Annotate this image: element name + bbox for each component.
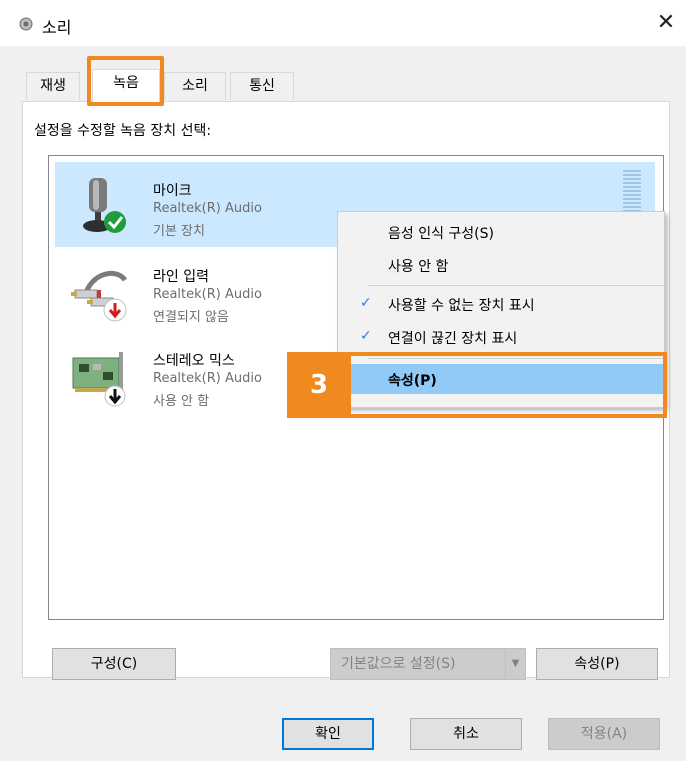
menu-item-disable[interactable]: 사용 안 함 — [338, 250, 664, 280]
set-default-button[interactable]: 기본값으로 설정(S) ▼ — [330, 648, 526, 680]
menu-separator — [368, 285, 664, 286]
close-button[interactable]: ✕ — [652, 10, 680, 38]
device-driver: Realtek(R) Audio — [153, 201, 262, 216]
set-default-label: 기본값으로 설정(S) — [341, 656, 456, 672]
check-icon: ✓ — [360, 295, 372, 311]
window-title: 소리 — [42, 18, 72, 37]
line-in-cable-icon — [71, 270, 128, 322]
ok-button[interactable]: 확인 — [282, 718, 374, 750]
instruction-text: 설정을 수정할 녹음 장치 선택: — [34, 123, 212, 139]
tab-communications[interactable]: 통신 — [230, 72, 294, 100]
device-driver: Realtek(R) Audio — [153, 371, 262, 386]
device-status: 사용 안 함 — [153, 394, 210, 409]
sound-card-icon — [72, 352, 126, 407]
configure-button[interactable]: 구성(C) — [52, 648, 176, 680]
default-check-badge — [104, 211, 126, 233]
device-name: 라인 입력 — [153, 269, 209, 285]
speaker-icon — [19, 17, 33, 31]
tab-playback[interactable]: 재생 — [26, 72, 80, 100]
device-status: 기본 장치 — [153, 224, 205, 239]
cancel-button[interactable]: 취소 — [410, 718, 522, 750]
sound-dialog: 소리 ✕ 재생 녹음 소리 통신 설정을 수정할 녹음 장치 선택: 마이크 R… — [0, 0, 686, 761]
device-name: 스테레오 믹스 — [153, 353, 235, 369]
menu-item-label: 연결이 끊긴 장치 표시 — [388, 331, 518, 347]
device-status: 연결되지 않음 — [153, 310, 229, 325]
title-bar[interactable]: 소리 ✕ — [0, 0, 686, 46]
chevron-down-icon[interactable]: ▼ — [505, 649, 525, 679]
menu-item-label: 사용 안 함 — [388, 259, 449, 275]
level-meter — [623, 170, 641, 212]
menu-item-show-disabled[interactable]: ✓ 사용할 수 없는 장치 표시 — [338, 289, 664, 319]
device-name: 마이크 — [153, 183, 192, 199]
check-icon: ✓ — [360, 328, 372, 344]
device-driver: Realtek(R) Audio — [153, 287, 262, 302]
apply-button[interactable]: 적용(A) — [548, 718, 660, 750]
menu-item-speech-recognition[interactable]: 음성 인식 구성(S) — [338, 217, 664, 247]
step-number-badge: 3 — [287, 352, 351, 418]
menu-item-label: 사용할 수 없는 장치 표시 — [388, 298, 535, 314]
menu-item-label: 음성 인식 구성(S) — [388, 226, 494, 242]
tab-highlight-annotation — [87, 56, 164, 106]
microphone-icon — [83, 178, 126, 233]
properties-button[interactable]: 속성(P) — [536, 648, 658, 680]
tab-sounds[interactable]: 소리 — [164, 72, 226, 100]
menu-item-show-disconnected[interactable]: ✓ 연결이 끊긴 장치 표시 — [338, 322, 664, 352]
